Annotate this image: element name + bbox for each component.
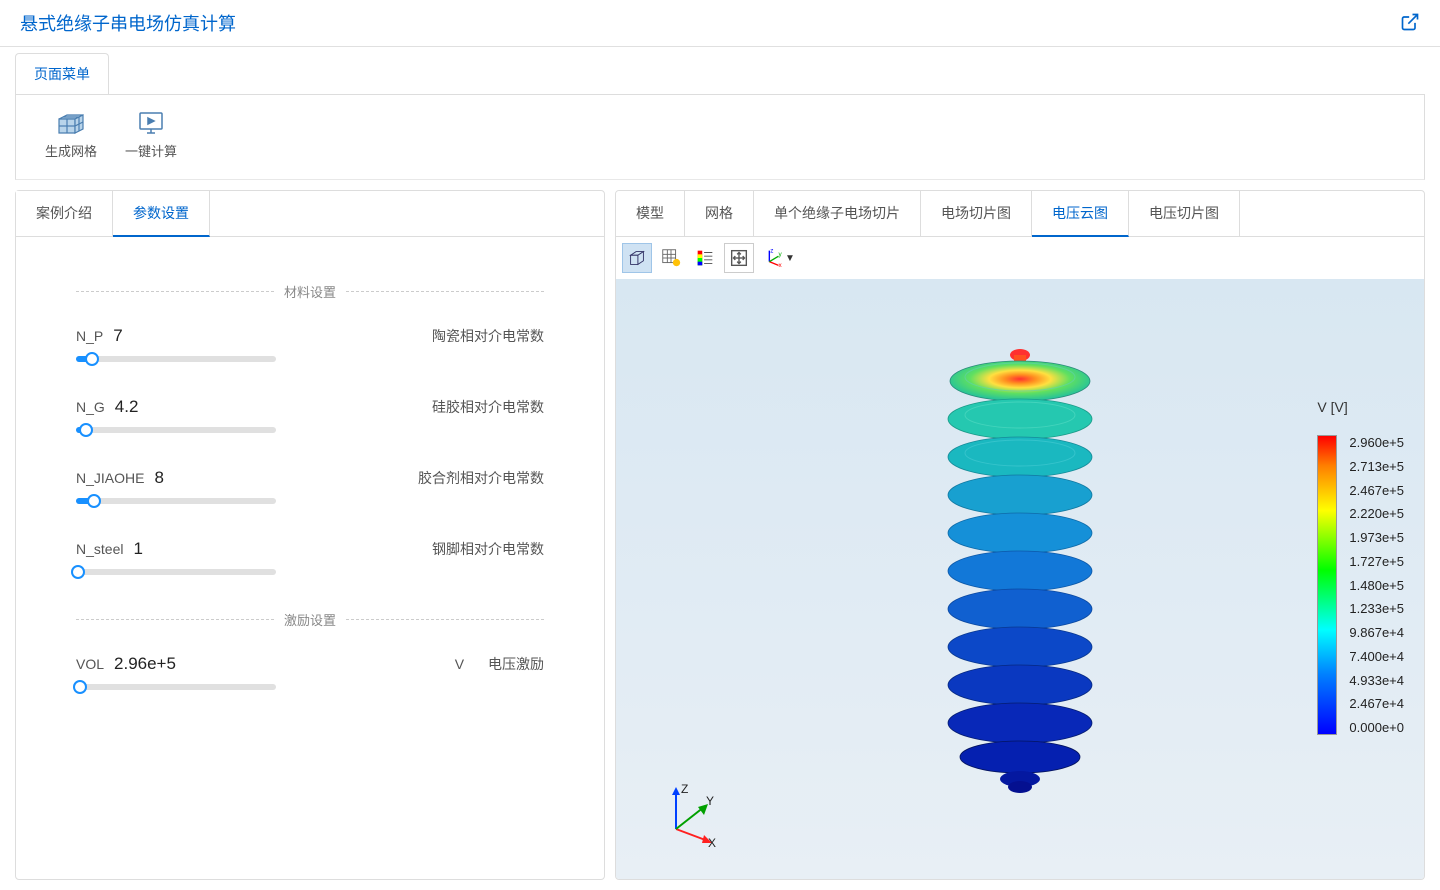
right-panel-tabs: 模型 网格 单个绝缘子电场切片 电场切片图 电压云图 电压切片图 — [616, 191, 1424, 237]
param-value: 2.96e+5 — [114, 654, 176, 674]
color-legend: V [V] 2.960e+5 2.713e+5 2.467e+5 2.220e+5 1.… — [1317, 399, 1404, 735]
tab-efield-slice[interactable]: 电场切片图 — [921, 191, 1032, 236]
menu-tab-page[interactable]: 页面菜单 — [15, 53, 109, 94]
param-name: VOL — [76, 656, 104, 672]
param-value: 1 — [133, 539, 142, 559]
page-title: 悬式绝缘子串电场仿真计算 — [20, 10, 236, 36]
param-unit: V — [455, 656, 464, 672]
axis-indicator: Z Y X — [656, 779, 726, 849]
tab-case-intro[interactable]: 案例介绍 — [16, 191, 113, 236]
vis-fit-view-icon[interactable] — [724, 243, 754, 273]
vis-toolbar: zyx ▼ — [616, 237, 1424, 279]
legend-value: 1.233e+5 — [1349, 601, 1404, 616]
param-vol: VOL 2.96e+5 V 电压激励 — [76, 654, 544, 690]
compute-monitor-icon — [135, 109, 167, 137]
axis-y-label: Y — [706, 794, 714, 808]
visualization-canvas[interactable]: V [V] 2.960e+5 2.713e+5 2.467e+5 2.220e+5 1.… — [616, 279, 1424, 879]
params-body: 材料设置 N_P 7 陶瓷相对介电常数 N_G 4.2 — [16, 237, 604, 755]
svg-text:z: z — [770, 248, 773, 255]
insulator-model — [935, 337, 1105, 797]
legend-value: 2.960e+5 — [1349, 435, 1404, 450]
open-external-icon[interactable] — [1400, 12, 1420, 35]
param-desc: 硅胶相对介电常数 — [432, 397, 544, 417]
vis-legend-toggle-icon[interactable] — [690, 243, 720, 273]
mesh-cube-icon — [55, 109, 87, 137]
param-desc: 电压激励 — [488, 656, 544, 672]
one-click-compute-button[interactable]: 一键计算 — [121, 105, 181, 164]
vis-cube-view-icon[interactable] — [622, 243, 652, 273]
tab-voltage-cloud[interactable]: 电压云图 — [1032, 191, 1129, 237]
param-name: N_steel — [76, 541, 123, 557]
slider-n-steel[interactable] — [76, 569, 276, 575]
slider-n-g[interactable] — [76, 427, 276, 433]
legend-value: 1.727e+5 — [1349, 554, 1404, 569]
legend-value: 1.480e+5 — [1349, 578, 1404, 593]
axis-x-label: X — [708, 836, 716, 849]
param-name: N_P — [76, 328, 103, 344]
generate-mesh-button[interactable]: 生成网格 — [41, 105, 101, 164]
param-value: 4.2 — [115, 397, 139, 417]
section-excitation: 激励设置 — [76, 610, 544, 629]
slider-vol[interactable] — [76, 684, 276, 690]
tab-mesh[interactable]: 网格 — [685, 191, 754, 236]
compute-label: 一键计算 — [125, 141, 177, 160]
vis-grid-toggle-icon[interactable] — [656, 243, 686, 273]
tab-model[interactable]: 模型 — [616, 191, 685, 236]
tab-param-settings[interactable]: 参数设置 — [113, 191, 210, 237]
param-n-steel: N_steel 1 钢脚相对介电常数 — [76, 539, 544, 575]
param-n-g: N_G 4.2 硅胶相对介电常数 — [76, 397, 544, 433]
legend-value: 2.467e+5 — [1349, 483, 1404, 498]
legend-value: 2.713e+5 — [1349, 459, 1404, 474]
main: 案例介绍 参数设置 材料设置 N_P 7 陶瓷相对介电常数 — [0, 180, 1440, 890]
toolbar: 生成网格 一键计算 — [15, 95, 1425, 180]
legend-value: 2.220e+5 — [1349, 506, 1404, 521]
legend-title: V [V] — [1317, 399, 1404, 415]
section-material: 材料设置 — [76, 282, 544, 301]
param-value: 7 — [113, 326, 122, 346]
svg-text:y: y — [779, 251, 783, 258]
slider-n-jiaohe[interactable] — [76, 498, 276, 504]
svg-text:x: x — [779, 262, 783, 269]
legend-value: 4.933e+4 — [1349, 673, 1404, 688]
left-panel: 案例介绍 参数设置 材料设置 N_P 7 陶瓷相对介电常数 — [15, 190, 605, 880]
vis-axes-icon[interactable]: zyx ▼ — [758, 243, 798, 273]
param-desc: 陶瓷相对介电常数 — [432, 326, 544, 346]
tab-voltage-slice[interactable]: 电压切片图 — [1129, 191, 1240, 236]
param-name: N_G — [76, 399, 105, 415]
param-n-p: N_P 7 陶瓷相对介电常数 — [76, 326, 544, 362]
header: 悬式绝缘子串电场仿真计算 — [0, 0, 1440, 47]
mesh-label: 生成网格 — [45, 141, 97, 160]
param-desc: 钢脚相对介电常数 — [432, 539, 544, 559]
param-n-jiaohe: N_JIAOHE 8 胶合剂相对介电常数 — [76, 468, 544, 504]
tab-single-slice[interactable]: 单个绝缘子电场切片 — [754, 191, 921, 236]
slider-n-p[interactable] — [76, 356, 276, 362]
legend-value: 0.000e+0 — [1349, 720, 1404, 735]
param-value: 8 — [154, 468, 163, 488]
legend-value: 7.400e+4 — [1349, 649, 1404, 664]
legend-colorbar — [1317, 435, 1337, 735]
legend-value: 9.867e+4 — [1349, 625, 1404, 640]
param-desc: 胶合剂相对介电常数 — [418, 468, 544, 488]
right-panel: 模型 网格 单个绝缘子电场切片 电场切片图 电压云图 电压切片图 zyx ▼ — [615, 190, 1425, 880]
param-name: N_JIAOHE — [76, 470, 144, 486]
legend-value: 2.467e+4 — [1349, 696, 1404, 711]
legend-values: 2.960e+5 2.713e+5 2.467e+5 2.220e+5 1.973e+5… — [1349, 435, 1404, 735]
legend-value: 1.973e+5 — [1349, 530, 1404, 545]
menu-tabs: 页面菜单 — [15, 47, 1425, 95]
left-panel-tabs: 案例介绍 参数设置 — [16, 191, 604, 237]
axis-z-label: Z — [681, 782, 688, 796]
